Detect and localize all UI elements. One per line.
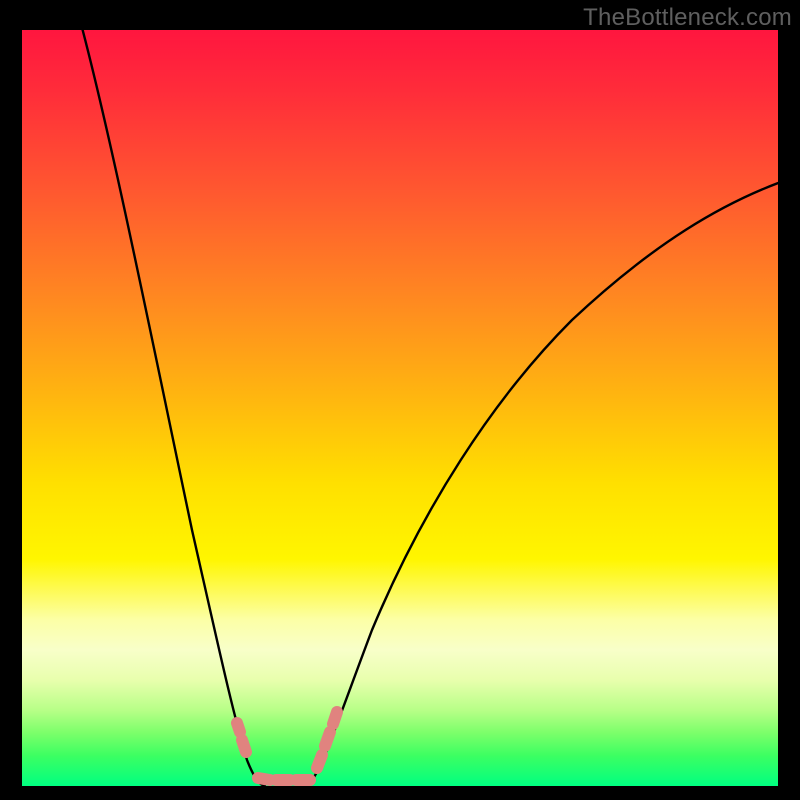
plot-area — [22, 30, 778, 786]
chart-frame: TheBottleneck.com — [0, 0, 800, 800]
watermark-text: TheBottleneck.com — [583, 4, 792, 32]
marker-layer — [22, 30, 778, 786]
bottleneck-markers — [237, 712, 337, 780]
